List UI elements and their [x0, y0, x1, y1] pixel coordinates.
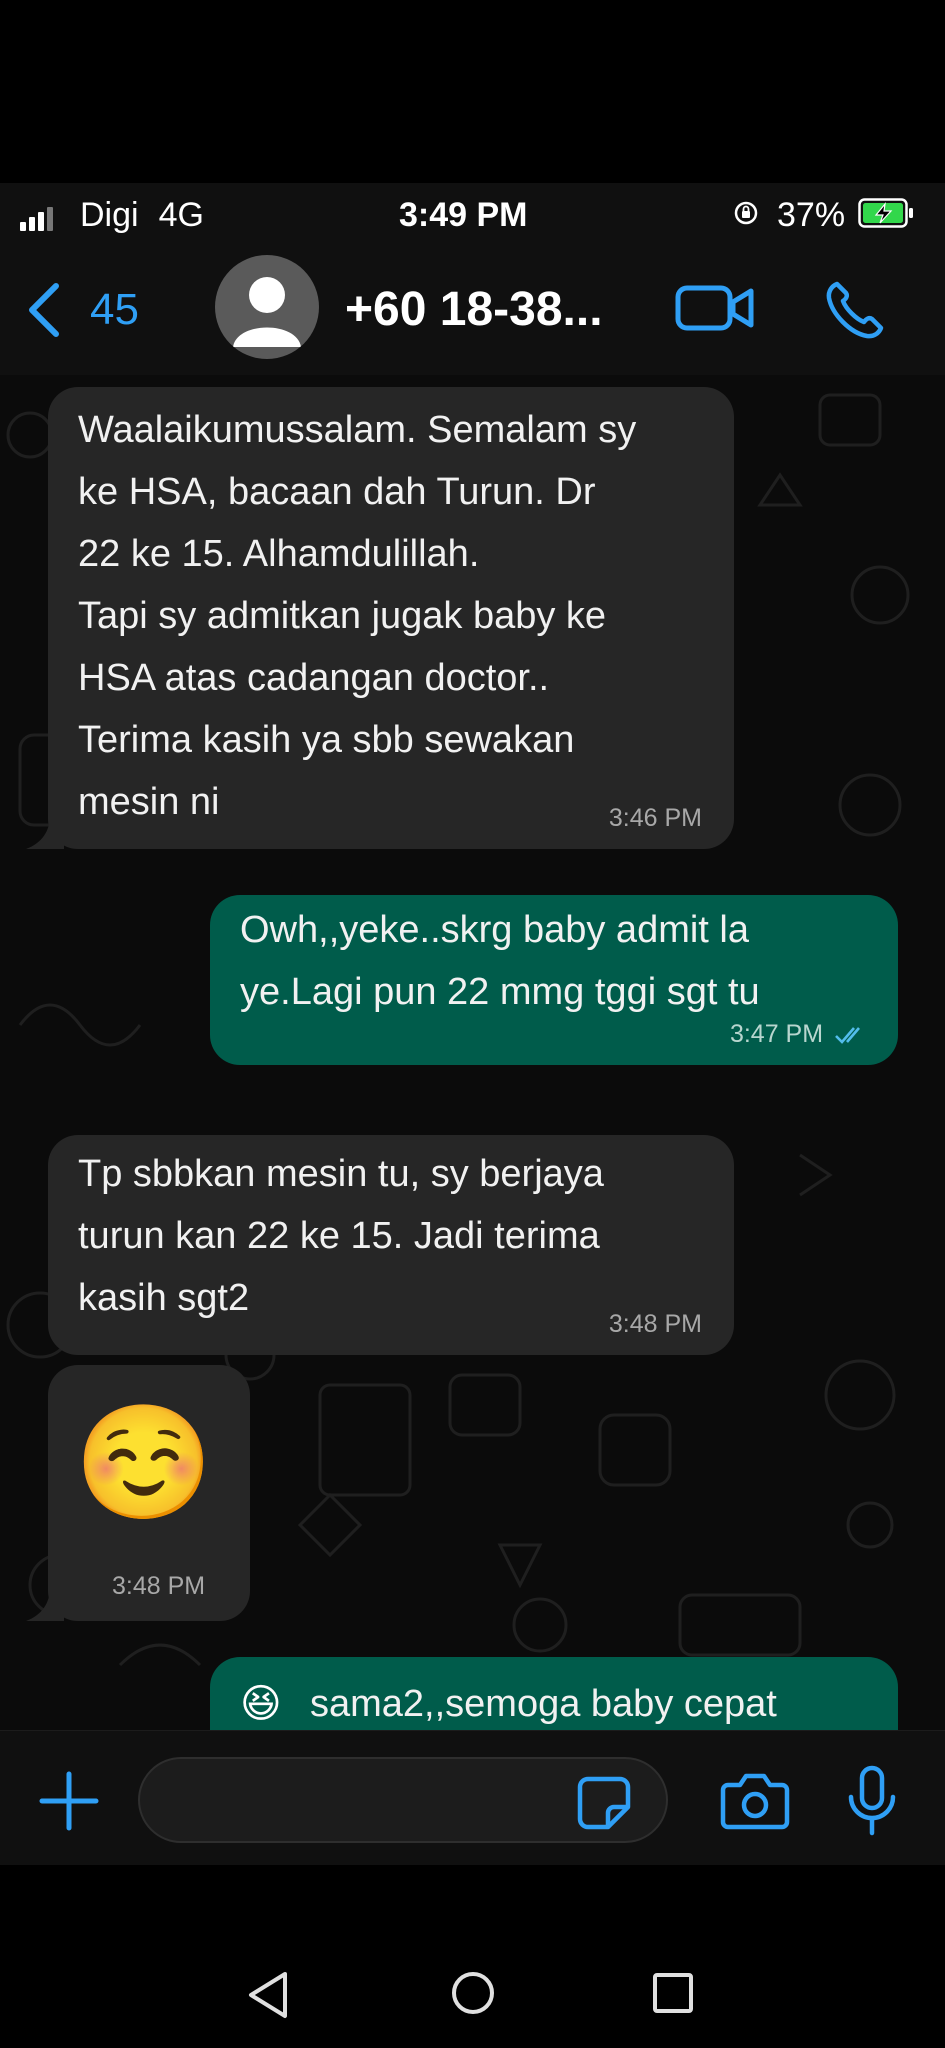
- phone-call-icon[interactable]: [823, 278, 887, 342]
- avatar-placeholder-icon: [233, 277, 301, 347]
- microphone-icon[interactable]: [845, 1765, 899, 1837]
- message-text: Owh,,yeke..skrg baby admit la ye.Lagi pu…: [240, 909, 760, 1013]
- message-bubble-outgoing[interactable]: Owh,,yeke..skrg baby admit la ye.Lagi pu…: [210, 895, 898, 1065]
- nav-recent-apps-icon[interactable]: [652, 1972, 694, 2014]
- video-call-icon[interactable]: [675, 282, 755, 334]
- message-text: sama2,,semoga baby cepat: [310, 1683, 777, 1725]
- bubble-tail: [26, 1587, 64, 1621]
- bubble-tail: [26, 815, 64, 849]
- battery-percent: 37%: [777, 196, 846, 234]
- phone-top-frame: [0, 0, 945, 183]
- nav-back-icon[interactable]: [245, 1970, 291, 2020]
- back-chevron-icon[interactable]: [24, 280, 64, 340]
- camera-icon[interactable]: [720, 1771, 790, 1831]
- system-navigation-bar: [0, 1865, 945, 2048]
- avatar[interactable]: [215, 255, 319, 359]
- signal-icon: [20, 207, 56, 231]
- sticker-icon[interactable]: [576, 1775, 632, 1831]
- plus-icon[interactable]: [38, 1770, 100, 1832]
- contact-name[interactable]: +60 18-38...: [345, 282, 603, 338]
- message-bubble-incoming[interactable]: Tp sbbkan mesin tu, sy berjaya turun kan…: [48, 1135, 734, 1355]
- message-time: 3:46 PM: [608, 804, 702, 832]
- message-bubble-outgoing[interactable]: 😆 sama2,,semoga baby cepat: [210, 1657, 898, 1730]
- message-bubble-incoming[interactable]: Waalaikumussalam. Semalam sy ke HSA, bac…: [48, 387, 734, 849]
- message-text: Tp sbbkan mesin tu, sy berjaya turun kan…: [78, 1153, 604, 1319]
- message-time: 3:48 PM: [112, 1572, 206, 1600]
- message-time-label: 3:47 PM: [729, 1020, 824, 1048]
- read-receipt-icon: [835, 1027, 860, 1045]
- message-emoji: 😆: [240, 1682, 282, 1726]
- chat-area[interactable]: Waalaikumussalam. Semalam sy ke HSA, bac…: [0, 375, 945, 1730]
- nav-home-icon[interactable]: [450, 1970, 496, 2016]
- emoji-content: ☺️: [74, 1400, 214, 1525]
- status-time: 3:49 PM: [399, 196, 528, 234]
- status-carrier: Digi 4G: [80, 195, 204, 235]
- carrier-name: Digi: [80, 196, 139, 234]
- emoji-message-bubble[interactable]: ☺️ 3:48 PM: [48, 1365, 250, 1621]
- message-time: 3:47 PM: [730, 1020, 868, 1049]
- battery-charging-icon: [858, 198, 913, 228]
- network-type: 4G: [158, 196, 204, 234]
- orientation-lock-icon: [734, 201, 758, 225]
- message-time: 3:48 PM: [608, 1310, 702, 1338]
- message-text: Waalaikumussalam. Semalam sy ke HSA, bac…: [78, 409, 637, 823]
- unread-count[interactable]: 45: [90, 284, 139, 336]
